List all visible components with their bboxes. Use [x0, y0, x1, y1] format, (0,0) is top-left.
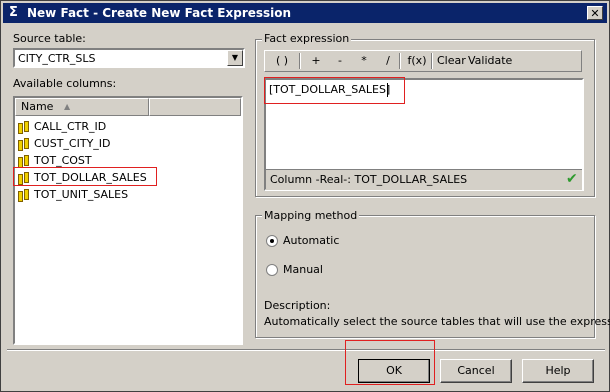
- column-icon: [18, 154, 30, 168]
- list-item-label: TOT_COST: [34, 154, 92, 167]
- column-highlight-box: [13, 167, 157, 186]
- parentheses-button[interactable]: ( ): [271, 53, 293, 69]
- column-icon: [18, 137, 30, 151]
- expression-toolbar: ( ) + - * / f(x) Clear Validate: [264, 50, 582, 72]
- description-label: Description:: [264, 299, 331, 312]
- column-icon: [18, 188, 30, 202]
- source-table-select[interactable]: CITY_CTR_SLS ▼: [13, 48, 245, 68]
- fact-expression-label: Fact expression: [262, 32, 352, 45]
- dialog-window: Σ New Fact - Create New Fact Expression …: [0, 0, 610, 392]
- chevron-down-icon[interactable]: ▼: [227, 50, 243, 66]
- mapping-method-label: Mapping method: [262, 209, 360, 222]
- column-icon: [18, 120, 30, 134]
- source-table-label: Source table:: [13, 32, 86, 45]
- title-bar: Σ New Fact - Create New Fact Expression …: [3, 3, 607, 23]
- ok-highlight-box: [345, 340, 435, 385]
- list-item[interactable]: CUST_CITY_ID: [18, 135, 111, 152]
- check-icon: ✔: [566, 171, 578, 187]
- manual-label[interactable]: Manual: [283, 263, 323, 276]
- divide-button[interactable]: /: [381, 53, 395, 69]
- close-button[interactable]: ✕: [587, 6, 603, 20]
- list-item-label: CALL_CTR_ID: [34, 120, 107, 133]
- toolbar-separator: [299, 53, 301, 69]
- radio-selected-dot: [270, 239, 274, 243]
- window-title: New Fact - Create New Fact Expression: [27, 6, 292, 20]
- toolbar-separator: [399, 53, 401, 69]
- column-header-blank[interactable]: [149, 98, 241, 116]
- available-columns-label: Available columns:: [13, 77, 117, 90]
- list-item-label: CUST_CITY_ID: [34, 137, 111, 150]
- columns-list[interactable]: Name ▲ CALL_CTR_ID CUST_CITY_ID TOT_COST…: [13, 96, 243, 345]
- list-header: Name ▲: [15, 98, 241, 116]
- help-button[interactable]: Help: [522, 359, 594, 383]
- list-item[interactable]: TOT_UNIT_SALES: [18, 186, 128, 203]
- column-header-name[interactable]: Name ▲: [15, 98, 149, 116]
- validation-status-bar: Column -Real-: TOT_DOLLAR_SALES ✔: [266, 169, 582, 190]
- validate-button[interactable]: Validate: [468, 53, 512, 69]
- toolbar-separator: [431, 53, 433, 69]
- clear-button[interactable]: Clear: [437, 53, 466, 69]
- minus-button[interactable]: -: [333, 53, 347, 69]
- function-button[interactable]: f(x): [405, 53, 429, 69]
- list-item-label: TOT_UNIT_SALES: [34, 188, 129, 201]
- automatic-radio[interactable]: [266, 235, 278, 247]
- description-text: Automatically select the source tables t…: [264, 315, 610, 328]
- button-separator: [7, 349, 605, 351]
- sort-asc-icon: ▲: [64, 102, 71, 111]
- validation-status-text: Column -Real-: TOT_DOLLAR_SALES: [270, 173, 468, 186]
- manual-radio[interactable]: [266, 264, 278, 276]
- cancel-button[interactable]: Cancel: [440, 359, 512, 383]
- automatic-label[interactable]: Automatic: [283, 234, 339, 247]
- list-item[interactable]: CALL_CTR_ID: [18, 118, 106, 135]
- column-header-label: Name: [21, 100, 54, 113]
- expression-highlight-box: [264, 77, 405, 104]
- plus-button[interactable]: +: [309, 53, 323, 69]
- sigma-icon: Σ: [9, 5, 18, 20]
- multiply-button[interactable]: *: [357, 53, 371, 69]
- source-table-value: CITY_CTR_SLS: [18, 52, 96, 65]
